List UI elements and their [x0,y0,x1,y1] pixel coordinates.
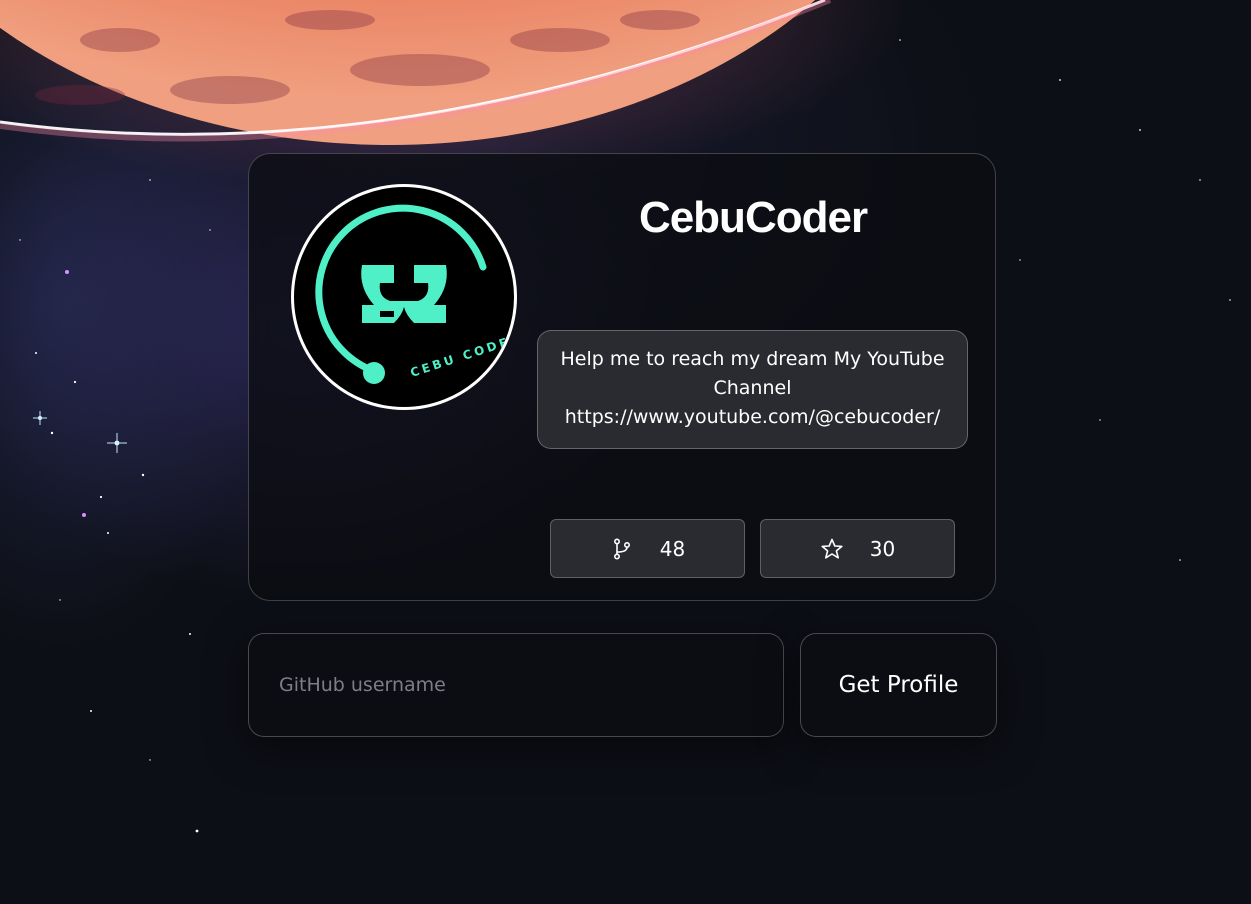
profile-bio: Help me to reach my dream My YouTube Cha… [537,330,968,449]
profile-card: CEBU CODER CebuCoder Help me to reach my… [248,153,996,601]
stars-stat: 30 [760,519,955,578]
star-icon [820,537,844,561]
profile-username: CebuCoder [638,193,868,242]
forks-count: 48 [659,536,686,561]
svg-text:CEBU CODER: CEBU CODER [409,331,514,380]
git-fork-icon [610,537,634,561]
page-background: CEBU CODER CebuCoder Help me to reach my… [0,0,1251,904]
github-username-input[interactable] [248,633,784,737]
forks-stat: 48 [550,519,745,578]
cebu-coder-logo: CEBU CODER [315,204,514,384]
get-profile-button[interactable]: Get Profile [800,633,997,737]
avatar: CEBU CODER [291,184,517,410]
stars-count: 30 [869,536,896,561]
